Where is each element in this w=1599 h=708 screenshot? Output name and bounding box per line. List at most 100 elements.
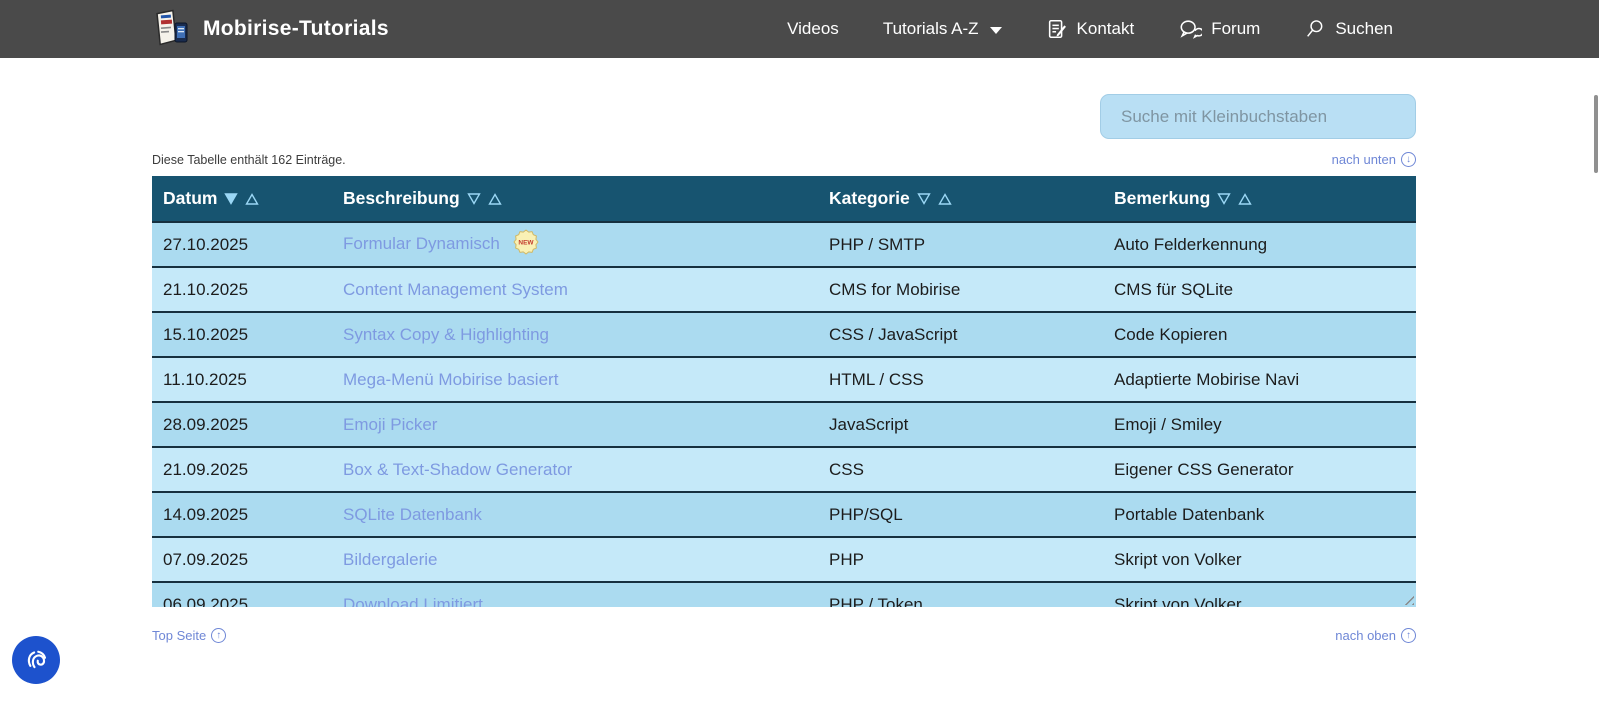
tutorials-table-body: 27.10.2025 Formular Dynamisch NEW PHP / … — [152, 222, 1416, 607]
column-label: Bemerkung — [1114, 188, 1210, 209]
main-content: Diese Tabelle enthält 162 Einträge. nach… — [0, 94, 1599, 643]
column-label: Kategorie — [829, 188, 910, 209]
scroll-down-link[interactable]: nach unten ↓ — [1332, 152, 1416, 167]
tutorial-link[interactable]: SQLite Datenbank — [343, 505, 482, 524]
cell-kategorie: PHP/SQL — [818, 492, 1103, 537]
cell-beschreibung: Box & Text-Shadow Generator — [332, 447, 818, 492]
table-row[interactable]: 07.09.2025 Bildergalerie PHP Skript von … — [152, 537, 1416, 582]
vertical-scrollbar-thumb[interactable] — [1594, 95, 1598, 173]
table-header-row: Datum Beschreibung — [152, 176, 1416, 222]
nav-item-videos[interactable]: Videos — [787, 19, 839, 39]
column-header-beschreibung[interactable]: Beschreibung — [332, 176, 818, 222]
cell-kategorie: CSS — [818, 447, 1103, 492]
cell-kategorie: PHP / Token — [818, 582, 1103, 607]
nav-label: Forum — [1211, 19, 1260, 39]
column-header-datum[interactable]: Datum — [152, 176, 332, 222]
sort-desc-icon — [917, 193, 931, 205]
cell-kategorie: CMS for Mobirise — [818, 267, 1103, 312]
scroll-down-label: nach unten — [1332, 152, 1396, 167]
cell-beschreibung: Emoji Picker — [332, 402, 818, 447]
tutorials-table: Datum Beschreibung — [152, 176, 1416, 607]
sort-desc-icon — [467, 193, 481, 205]
nav-item-kontakt[interactable]: Kontakt — [1046, 18, 1135, 40]
arrow-up-circle-icon: ↑ — [211, 628, 226, 643]
nav-label: Tutorials A-Z — [883, 19, 979, 39]
cell-datum: 06.09.2025 — [152, 582, 332, 607]
cell-bemerkung: CMS für SQLite — [1103, 267, 1416, 312]
top-navbar: Mobirise-Tutorials Videos Tutorials A-Z … — [0, 0, 1599, 58]
nav-label: Kontakt — [1077, 19, 1135, 39]
cell-kategorie: PHP — [818, 537, 1103, 582]
fingerprint-icon — [21, 644, 51, 677]
scroll-up-link[interactable]: nach oben ↑ — [1335, 628, 1416, 643]
table-row[interactable]: 11.10.2025 Mega-Menü Mobirise basiert HT… — [152, 357, 1416, 402]
table-row[interactable]: 21.10.2025 Content Management System CMS… — [152, 267, 1416, 312]
tutorial-link[interactable]: Mega-Menü Mobirise basiert — [343, 370, 558, 389]
table-row[interactable]: 15.10.2025 Syntax Copy & Highlighting CS… — [152, 312, 1416, 357]
tutorials-table-container: Datum Beschreibung — [152, 176, 1416, 607]
column-label: Beschreibung — [343, 188, 460, 209]
sort-asc-icon — [1238, 193, 1252, 205]
cell-bemerkung: Eigener CSS Generator — [1103, 447, 1416, 492]
table-row[interactable]: 06.09.2025 Download Limitiert PHP / Toke… — [152, 582, 1416, 607]
cell-kategorie: CSS / JavaScript — [818, 312, 1103, 357]
nav-label: Videos — [787, 19, 839, 39]
tutorial-link[interactable]: Formular Dynamisch — [343, 234, 500, 253]
arrow-up-circle-icon: ↑ — [1401, 628, 1416, 643]
cell-beschreibung: Formular Dynamisch NEW — [332, 222, 818, 267]
cell-beschreibung: Download Limitiert — [332, 582, 818, 607]
new-badge: NEW — [513, 229, 539, 260]
cell-beschreibung: Bildergalerie — [332, 537, 818, 582]
tutorial-link[interactable]: Bildergalerie — [343, 550, 438, 569]
top-of-page-label: Top Seite — [152, 628, 206, 643]
table-row[interactable]: 27.10.2025 Formular Dynamisch NEW PHP / … — [152, 222, 1416, 267]
search-input[interactable] — [1100, 94, 1416, 139]
table-row[interactable]: 14.09.2025 SQLite Datenbank PHP/SQL Port… — [152, 492, 1416, 537]
tutorial-link[interactable]: Content Management System — [343, 280, 568, 299]
cell-datum: 21.10.2025 — [152, 267, 332, 312]
site-logo-icon — [152, 7, 192, 52]
cell-datum: 28.09.2025 — [152, 402, 332, 447]
document-pencil-icon — [1046, 18, 1068, 40]
table-row[interactable]: 28.09.2025 Emoji Picker JavaScript Emoji… — [152, 402, 1416, 447]
speech-bubbles-icon — [1178, 18, 1202, 40]
nav-item-forum[interactable]: Forum — [1178, 18, 1260, 40]
tutorial-link[interactable]: Syntax Copy & Highlighting — [343, 325, 549, 344]
cell-datum: 14.09.2025 — [152, 492, 332, 537]
nav-item-tutorials-az[interactable]: Tutorials A-Z — [883, 19, 1002, 39]
tutorial-link[interactable]: Emoji Picker — [343, 415, 437, 434]
scroll-up-label: nach oben — [1335, 628, 1396, 643]
tutorial-link[interactable]: Download Limitiert — [343, 595, 483, 607]
top-of-page-link[interactable]: Top Seite ↑ — [152, 628, 226, 643]
cell-beschreibung: SQLite Datenbank — [332, 492, 818, 537]
arrow-down-circle-icon: ↓ — [1401, 152, 1416, 167]
cell-kategorie: PHP / SMTP — [818, 222, 1103, 267]
cell-bemerkung: Adaptierte Mobirise Navi — [1103, 357, 1416, 402]
cell-bemerkung: Code Kopieren — [1103, 312, 1416, 357]
cell-bemerkung: Skript von Volker — [1103, 537, 1416, 582]
nav-item-suchen[interactable]: Suchen — [1304, 18, 1393, 40]
table-entry-count: Diese Tabelle enthält 162 Einträge. — [152, 153, 346, 167]
tutorial-link[interactable]: Box & Text-Shadow Generator — [343, 460, 572, 479]
cell-datum: 11.10.2025 — [152, 357, 332, 402]
main-nav: Videos Tutorials A-Z Kontakt — [787, 18, 1393, 40]
cell-bemerkung: Portable Datenbank — [1103, 492, 1416, 537]
sort-asc-icon — [245, 193, 259, 205]
cell-datum: 07.09.2025 — [152, 537, 332, 582]
cell-beschreibung: Mega-Menü Mobirise basiert — [332, 357, 818, 402]
cell-kategorie: HTML / CSS — [818, 357, 1103, 402]
brand[interactable]: Mobirise-Tutorials — [152, 7, 389, 52]
sort-desc-icon — [224, 193, 238, 205]
cell-beschreibung: Syntax Copy & Highlighting — [332, 312, 818, 357]
brand-title: Mobirise-Tutorials — [203, 17, 389, 41]
column-header-bemerkung[interactable]: Bemerkung — [1103, 176, 1416, 222]
svg-text:NEW: NEW — [518, 239, 534, 246]
sort-asc-icon — [938, 193, 952, 205]
privacy-settings-button[interactable] — [12, 636, 60, 684]
cell-bemerkung: Emoji / Smiley — [1103, 402, 1416, 447]
column-label: Datum — [163, 188, 217, 209]
cell-bemerkung: Auto Felderkennung — [1103, 222, 1416, 267]
sort-asc-icon — [488, 193, 502, 205]
table-row[interactable]: 21.09.2025 Box & Text-Shadow Generator C… — [152, 447, 1416, 492]
column-header-kategorie[interactable]: Kategorie — [818, 176, 1103, 222]
